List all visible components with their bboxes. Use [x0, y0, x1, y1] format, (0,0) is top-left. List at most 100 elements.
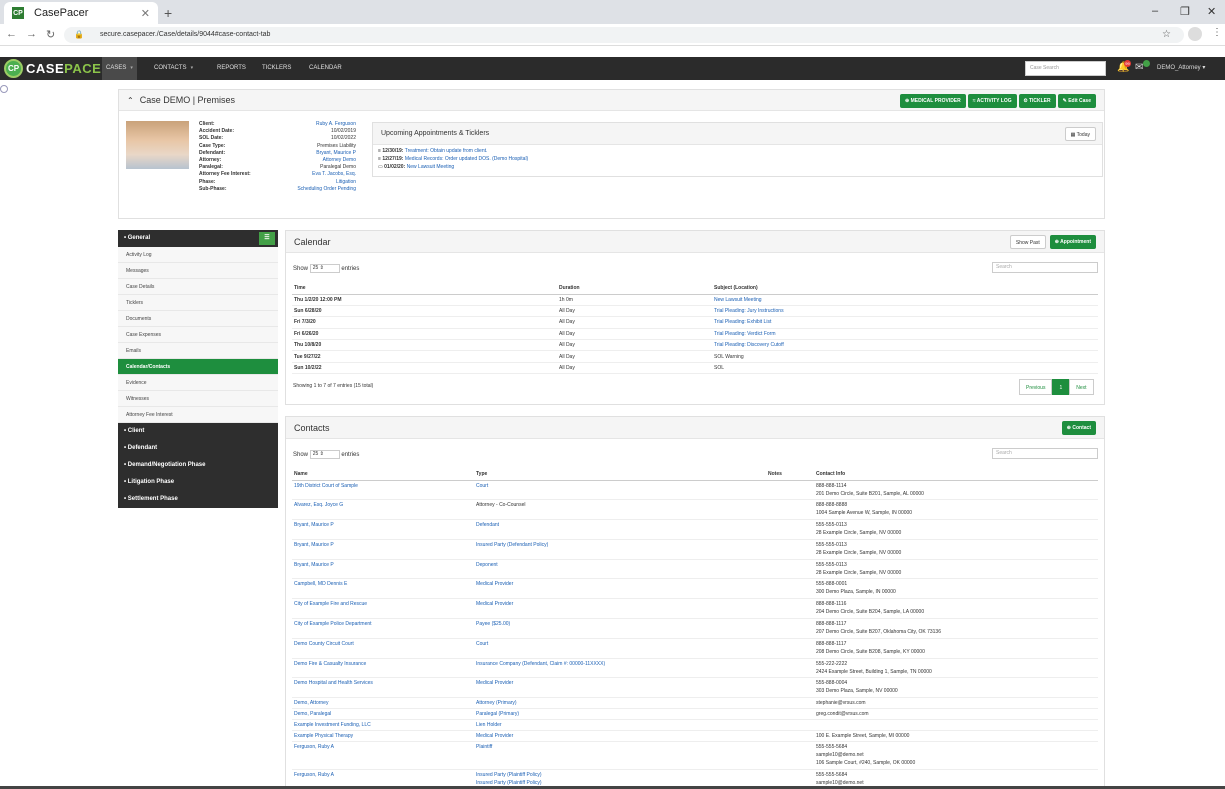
- back-icon[interactable]: ←: [6, 28, 17, 40]
- medical-provider-button[interactable]: ⊕ MEDICAL PROVIDER: [899, 94, 966, 108]
- case-search-input[interactable]: Case Search: [1025, 61, 1106, 76]
- calendar-info: Showing 1 to 7 of 7 entries (15 total): [293, 383, 374, 389]
- table-row: Example Physical Therapy Medical Provider…: [292, 730, 1098, 743]
- today-button[interactable]: ▦ Today: [1064, 127, 1096, 141]
- new-tab-icon[interactable]: +: [164, 5, 172, 21]
- page-1-button[interactable]: 1: [1052, 379, 1070, 395]
- contacts-search-input[interactable]: Search: [992, 448, 1098, 459]
- sidebar-section-demand[interactable]: • Demand/Negotiation Phase: [118, 457, 278, 474]
- nav-calendar[interactable]: CALENDAR: [305, 57, 346, 80]
- table-row: Thu 1/2/20 12:00 PM 1h 0m New Lawsuit Meet…: [292, 294, 1098, 306]
- column-header[interactable]: Type: [474, 469, 766, 481]
- browser-tab-bar: CP CasePacer ✕ + – ❐ ✕: [0, 0, 1225, 24]
- sidebar-section-litigation[interactable]: • Litigation Phase: [118, 474, 278, 491]
- nav-reports[interactable]: REPORTS: [213, 57, 250, 80]
- tab-title: CasePacer: [34, 7, 89, 19]
- upcoming-title: Upcoming Appointments & Ticklers: [373, 123, 1102, 145]
- calendar-panel: Calendar Show Past ⊕ Appointment Show 25…: [285, 230, 1105, 405]
- table-row: Demo, Paralegal Paralegal (Primary) greg.c…: [292, 708, 1098, 721]
- reload-icon[interactable]: ↻: [46, 28, 55, 41]
- minimize-icon[interactable]: –: [1152, 5, 1158, 17]
- side-tab-icon[interactable]: [0, 85, 8, 93]
- column-header[interactable]: Name: [292, 469, 474, 481]
- sidebar-section-settlement[interactable]: • Settlement Phase: [118, 491, 278, 508]
- sidebar-item-calendar-contacts[interactable]: Calendar/Contacts: [118, 359, 278, 375]
- add-contact-button[interactable]: ⊕ Contact: [1061, 421, 1096, 435]
- sidebar-item-witnesses[interactable]: Witnesses: [118, 391, 278, 407]
- bookmark-star-icon[interactable]: ☆: [1162, 29, 1171, 40]
- profile-avatar[interactable]: [1188, 27, 1202, 41]
- contacts-entries-select[interactable]: 25 ⇕: [309, 450, 340, 459]
- user-menu[interactable]: DEMO_Attorney ▾: [1157, 57, 1205, 80]
- sidebar-item-activity-log[interactable]: Activity Log: [118, 247, 278, 263]
- list-item: ▭ 01/02/20: New Lawsuit Meeting: [378, 164, 455, 170]
- attorney-link[interactable]: Attorney Demo: [256, 157, 356, 164]
- message-status-dot: [1143, 60, 1150, 67]
- casepacer-logo[interactable]: CP CASEPACER: [4, 59, 111, 78]
- column-header[interactable]: Duration: [557, 283, 712, 295]
- table-row: Ferguson, Ruby A Plaintiff 555-555-5684 sam…: [292, 741, 1098, 771]
- activity-log-button[interactable]: ≈ ACTIVITY LOG: [967, 94, 1017, 108]
- browser-tab[interactable]: CP CasePacer ✕: [4, 2, 158, 24]
- subphase-link[interactable]: Scheduling Order Pending: [256, 186, 356, 193]
- column-header[interactable]: Time: [292, 283, 557, 295]
- nav-contacts[interactable]: CONTACTS ▾: [150, 57, 197, 80]
- address-bar-row: ← → ↻ secure.casepacer./Case/details/904…: [0, 24, 1225, 46]
- calendar-search-input[interactable]: Search: [992, 262, 1098, 273]
- table-row: Fri 6/26/20 All Day Trial Pleading: Verdic…: [292, 328, 1098, 341]
- sidebar-section-defendant[interactable]: • Defendant: [118, 440, 278, 457]
- tickler-button[interactable]: ⏲ TICKLER: [1018, 94, 1056, 108]
- close-tab-icon[interactable]: ✕: [141, 7, 150, 20]
- maximize-icon[interactable]: ❐: [1180, 5, 1190, 18]
- sidebar-item-case-expenses[interactable]: Case Expenses: [118, 327, 278, 343]
- table-row: Bryant, Maurice P Insured Party (Defendan…: [292, 539, 1098, 560]
- column-header[interactable]: Subject (Location): [712, 283, 1098, 295]
- case-header-panel: ⌃ Case DEMO | Premises ⊕ MEDICAL PROVIDE…: [118, 89, 1105, 219]
- collapse-icon[interactable]: ⌃: [127, 96, 134, 105]
- table-row: 19th District Court of Sample Court 888-88…: [292, 480, 1098, 501]
- calendar-entries-select[interactable]: 25 ⇕: [309, 264, 340, 273]
- sidebar-item-messages[interactable]: Messages: [118, 263, 278, 279]
- calendar-actions: Show Past ⊕ Appointment: [1009, 235, 1096, 249]
- appointment-list: ≡ 12/30/19: Treatment: Obtain update fro…: [373, 145, 1102, 171]
- forward-icon[interactable]: →: [26, 28, 37, 40]
- nav-ticklers[interactable]: TICKLERS: [258, 57, 295, 80]
- sidebar-section-client[interactable]: • Client: [118, 423, 278, 440]
- calendar-header: Calendar Show Past ⊕ Appointment: [286, 231, 1104, 253]
- case-title: Case DEMO | Premises: [139, 95, 236, 105]
- table-row: Fri 7/3/20 All Day Trial Pleading: Exhibit…: [292, 316, 1098, 329]
- phase-link[interactable]: Litigation: [256, 179, 356, 186]
- contacts-title: Contacts: [294, 422, 330, 433]
- column-header[interactable]: Contact Info: [814, 469, 1098, 481]
- sidebar-item-case-details[interactable]: Case Details: [118, 279, 278, 295]
- client-link[interactable]: Ruby A. Ferguson: [256, 121, 356, 128]
- next-page-button[interactable]: Next: [1069, 379, 1094, 395]
- lock-icon[interactable]: 🔒: [74, 30, 84, 39]
- close-window-icon[interactable]: ✕: [1207, 5, 1216, 18]
- calendar-pagination: Previous 1 Next: [1019, 379, 1094, 395]
- url-field[interactable]: secure.casepacer./Case/details/9044#case…: [64, 27, 1184, 43]
- previous-page-button[interactable]: Previous: [1019, 379, 1053, 395]
- column-header[interactable]: Notes: [766, 469, 814, 481]
- table-row: City of Example Police Department Payee (…: [292, 618, 1098, 639]
- list-item: ≡ 12/27/19: Medical Records: Order updat…: [378, 156, 529, 162]
- app-navbar: CP CASEPACER CASES ▾ CONTACTS ▾ REPORTS TI…: [0, 57, 1225, 80]
- browser-menu-icon[interactable]: ⋮: [1212, 27, 1222, 38]
- add-appointment-button[interactable]: ⊕ Appointment: [1049, 235, 1096, 249]
- sidebar-item-attorney-fee-interest[interactable]: Attorney Fee Interest: [118, 407, 278, 423]
- sidebar-item-evidence[interactable]: Evidence: [118, 375, 278, 391]
- sidebar-item-ticklers[interactable]: Ticklers: [118, 295, 278, 311]
- table-row: Sun 10/2/22 All Day SOL: [292, 362, 1098, 375]
- hamburger-icon[interactable]: ☰: [259, 232, 275, 245]
- calendar-icon: ▭: [378, 164, 383, 170]
- fee-interest-link[interactable]: Eva T. Jacobs, Esq.: [256, 171, 356, 178]
- sidebar-item-documents[interactable]: Documents: [118, 311, 278, 327]
- sidebar-general-header[interactable]: • General ☰: [118, 230, 278, 247]
- table-row: Alvarez, Esq. Joyce G Attorney - Co-Couns…: [292, 499, 1098, 521]
- defendant-link[interactable]: Bryant, Maurice P: [256, 150, 356, 157]
- edit-case-button[interactable]: ✎ Edit Case: [1057, 94, 1096, 108]
- nav-cases[interactable]: CASES ▾: [102, 57, 137, 80]
- table-row: Example Investment Funding, LLC Lien Hold…: [292, 719, 1098, 732]
- show-past-button[interactable]: Show Past: [1009, 235, 1046, 249]
- sidebar-item-emails[interactable]: Emails: [118, 343, 278, 359]
